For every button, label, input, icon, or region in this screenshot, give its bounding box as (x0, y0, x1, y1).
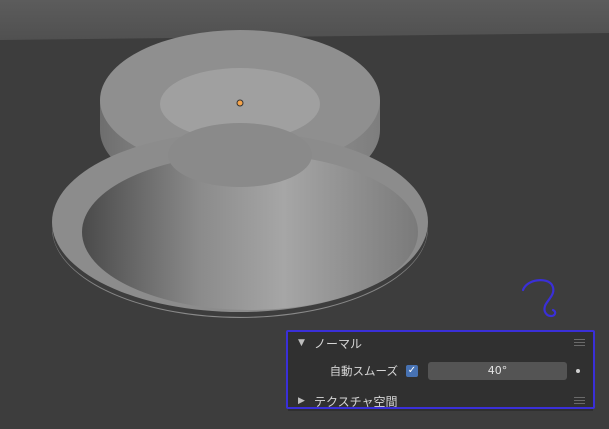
mesh-neck-disc (168, 123, 312, 187)
annotation-rectangle (286, 330, 595, 409)
viewport-top-strip (0, 0, 609, 40)
annotation-question-mark (521, 279, 557, 318)
object-origin-dot[interactable] (236, 99, 244, 107)
